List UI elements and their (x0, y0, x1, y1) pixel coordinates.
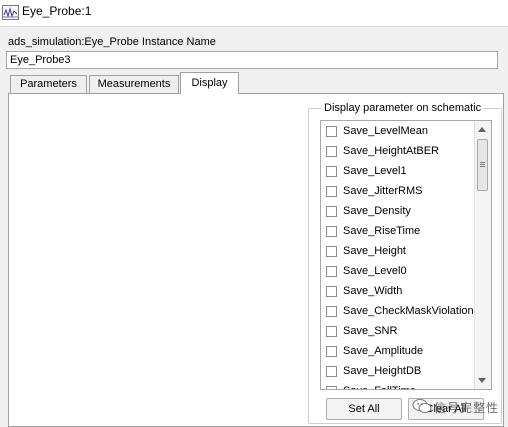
checkbox-item[interactable]: Save_Height (323, 242, 471, 262)
scroll-up-icon[interactable] (478, 127, 486, 132)
checkbox[interactable] (326, 206, 337, 217)
parameter-checklist[interactable]: Save_LevelMean Save_HeightAtBER Save_Level… (320, 120, 492, 390)
checkbox[interactable] (326, 166, 337, 177)
wechat-icon (412, 398, 432, 414)
checkbox[interactable] (326, 386, 337, 389)
checkbox-label: Save_Level1 (343, 165, 407, 177)
checkbox-label: Save_Density (343, 205, 411, 217)
checkbox-label: Save_Level0 (343, 265, 407, 277)
checkbox-item[interactable]: Save_FallTime (323, 382, 471, 389)
checkbox-label: Save_RiseTime (343, 225, 421, 237)
checkbox[interactable] (326, 126, 337, 137)
checkbox-label: Save_HeightDB (343, 365, 422, 377)
checkbox-item[interactable]: Save_LevelMean (323, 122, 471, 142)
checkbox[interactable] (326, 246, 337, 257)
checkbox[interactable] (326, 346, 337, 357)
window-title: Eye_Probe:1 (22, 4, 92, 18)
checkbox[interactable] (326, 306, 337, 317)
checkbox-item[interactable]: Save_CheckMaskViolation (323, 302, 474, 322)
ads-app-icon (2, 5, 19, 20)
title-bar: Eye_Probe:1 (0, 0, 508, 27)
checkbox-label: Save_Width (343, 285, 403, 297)
checkbox[interactable] (326, 326, 337, 337)
checkbox[interactable] (326, 146, 337, 157)
checkbox-label: Save_Height (343, 245, 406, 257)
checkbox-item[interactable]: Save_Density (323, 202, 471, 222)
checkbox-item[interactable]: Save_SNR (323, 322, 471, 342)
instance-name-label: ads_simulation:Eye_Probe Instance Name (8, 36, 216, 48)
tab-parameters[interactable]: Parameters (10, 75, 87, 93)
checkbox-label: Save_JitterRMS (343, 185, 423, 197)
group-title: Display parameter on schematic (322, 102, 484, 114)
checkbox-item[interactable]: Save_JitterRMS (323, 182, 471, 202)
checkbox-label: Save_CheckMaskViolation (343, 305, 474, 317)
checkbox[interactable] (326, 226, 337, 237)
checkbox-item[interactable]: Save_Level1 (323, 162, 471, 182)
checkbox-label: Save_FallTime (343, 385, 416, 389)
checkbox-label: Save_HeightAtBER (343, 145, 439, 157)
checkbox-item[interactable]: Save_Width (323, 282, 471, 302)
checkbox-label: Save_SNR (343, 325, 398, 337)
checkbox-item[interactable]: Save_RiseTime (323, 222, 471, 242)
vertical-scrollbar[interactable] (474, 121, 491, 389)
tab-display[interactable]: Display (180, 72, 239, 94)
checkbox-label: Save_Amplitude (343, 345, 424, 357)
watermark-text: 信号完整性 (434, 401, 500, 415)
checkbox[interactable] (326, 286, 337, 297)
scroll-thumb[interactable] (477, 139, 488, 191)
checkbox[interactable] (326, 186, 337, 197)
instance-name-input[interactable] (6, 51, 498, 69)
tab-measurements[interactable]: Measurements (89, 75, 179, 93)
checkbox-label: Save_LevelMean (343, 125, 429, 137)
checkbox[interactable] (326, 366, 337, 377)
checkbox-item[interactable]: Save_HeightAtBER (323, 142, 471, 162)
checkbox[interactable] (326, 266, 337, 277)
checkbox-item[interactable]: Save_Amplitude (323, 342, 471, 362)
scroll-down-icon[interactable] (478, 378, 486, 383)
set-all-button[interactable]: Set All (326, 398, 402, 420)
checkbox-item[interactable]: Save_Level0 (323, 262, 471, 282)
checkbox-item[interactable]: Save_HeightDB (323, 362, 471, 382)
watermark: 信号完整性 (412, 398, 506, 415)
